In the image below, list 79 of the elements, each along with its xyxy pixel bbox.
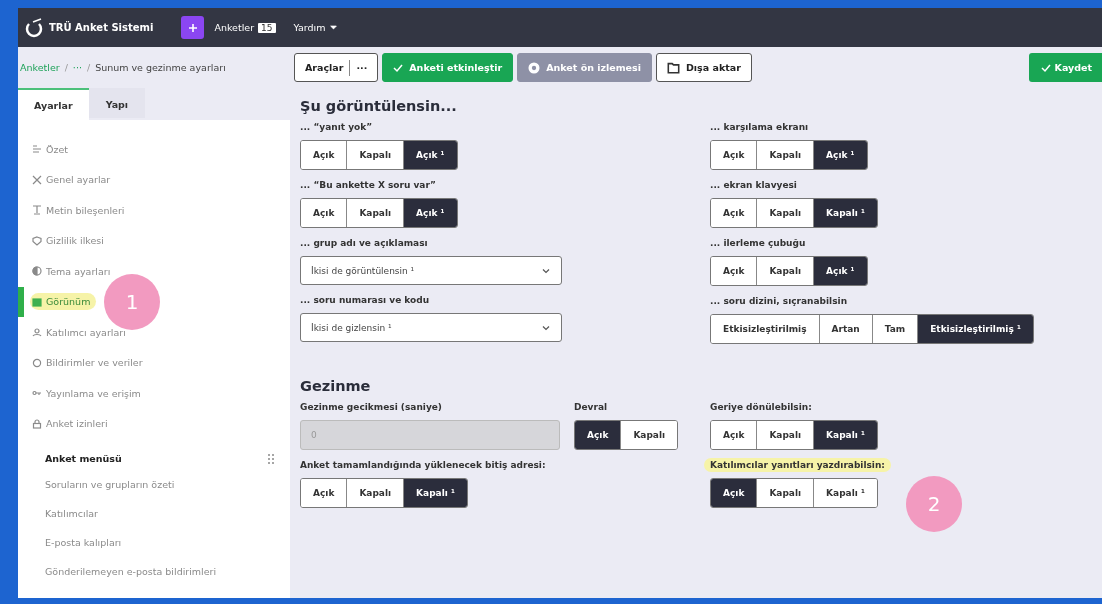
text-icon <box>32 205 42 216</box>
logo-icon <box>24 17 44 38</box>
menu-item[interactable]: Soruların ve grupların özeti <box>18 470 290 499</box>
drag-handle-icon[interactable] <box>268 453 274 464</box>
brand-name: TRÜ Anket Sistemi <box>49 22 154 33</box>
field-label: Geriye dönülebilsin: <box>710 401 812 414</box>
field-label: ... ilerleme çubuğu <box>710 237 806 250</box>
users-icon <box>32 327 42 338</box>
sidebar-item[interactable]: Anket izinleri <box>18 408 290 439</box>
sidebar-item[interactable]: Gizlilik ilkesi <box>18 225 290 256</box>
contrast-icon <box>32 266 42 277</box>
item-label: Yayınlama ve erişim <box>46 387 141 399</box>
breadcrumb-separator: / <box>86 62 91 73</box>
item-label: Anket izinleri <box>46 418 108 430</box>
option-button[interactable]: Kapalı ¹ <box>813 421 877 449</box>
tools-icon <box>32 174 42 185</box>
tab[interactable]: Yapı <box>88 88 146 118</box>
folder-icon <box>666 61 680 74</box>
menu-item[interactable]: Gönderilemeyen e-posta bildirimleri <box>18 557 290 586</box>
sidebar-item[interactable]: Metin bileşenleri <box>18 195 290 226</box>
field-label: Devral <box>574 401 608 414</box>
caret-icon <box>329 24 337 31</box>
plus-icon <box>187 22 198 33</box>
option-button[interactable]: Açık <box>711 479 757 507</box>
sidebar-item[interactable]: Bildirimler ve veriler <box>18 347 290 378</box>
check-icon <box>393 62 404 73</box>
item-label: Gizlilik ilkesi <box>46 235 104 247</box>
check-icon <box>1040 62 1051 73</box>
toolbar-button[interactable]: Dışa aktar <box>655 53 752 82</box>
menu-title: Anket menüsü <box>45 453 122 464</box>
sidebar-item[interactable]: Genel ayarlar <box>18 164 290 195</box>
shield-icon <box>32 235 42 246</box>
annotation-marker: 2 <box>906 476 962 532</box>
tab[interactable]: Ayarlar <box>18 88 89 120</box>
tools-button[interactable]: Araçlar ··· <box>294 53 379 82</box>
dropdown-select[interactable]: İkisi de gizlensin ¹ <box>300 313 562 342</box>
option-button[interactable]: Açık ¹ <box>813 141 867 169</box>
dropdown-select[interactable]: İkisi de görüntülensin ¹ <box>300 256 562 285</box>
option-button[interactable]: Açık ¹ <box>403 141 457 169</box>
option-button[interactable]: Açık ¹ <box>813 257 867 285</box>
lines-icon <box>32 144 42 155</box>
sidebar-item[interactable]: Yayınlama ve erişim <box>18 378 290 409</box>
option-button[interactable]: Kapalı ¹ <box>813 479 877 507</box>
nav-menu-item[interactable]: Anketler 15 <box>214 22 276 33</box>
breadcrumb-separator: / <box>64 62 68 73</box>
option-button[interactable]: Açık ¹ <box>403 199 457 227</box>
field-label: ... grup adı ve açıklaması <box>300 237 428 250</box>
lock-icon <box>32 418 42 429</box>
section-title: Gezinme <box>300 378 372 394</box>
field-label: Anket tamamlandığında yüklenecek bitiş adresi: <box>300 459 546 472</box>
item-label: Bildirimler ve veriler <box>46 357 143 369</box>
option-button[interactable]: Kapalı ¹ <box>813 199 877 227</box>
item-label: Metin bileşenleri <box>46 204 125 216</box>
item-label: Genel ayarlar <box>46 174 111 186</box>
window-icon <box>32 296 42 307</box>
item-label: Görünüm <box>46 296 91 308</box>
menu-item[interactable]: E-posta kalıpları <box>18 528 290 557</box>
option-button[interactable]: Etkisizleştirilmiş ¹ <box>917 315 1033 343</box>
option-button[interactable]: Kapalı <box>620 421 678 449</box>
field-label: ... soru dizini, sıçranabilsin <box>710 295 848 308</box>
field-label: ... soru numarası ve kodu <box>300 294 430 307</box>
count-badge: 15 <box>258 22 276 33</box>
field-label: Katılımcılar yanıtları yazdırabilsin: <box>704 458 891 472</box>
field-label: Gezinme gecikmesi (saniye) <box>300 401 442 414</box>
field-label: ... ekran klavyesi <box>710 179 797 192</box>
item-label: Özet <box>46 143 69 155</box>
field-label: ... karşılama ekranı <box>710 121 809 134</box>
field-label: ... “yanıt yok” <box>300 121 373 134</box>
breadcrumb-current: Sunum ve gezinme ayarları <box>95 62 226 73</box>
add-button[interactable] <box>181 16 205 39</box>
eye-icon <box>528 61 541 74</box>
nav-menu-item[interactable]: Yardım <box>293 22 337 33</box>
section-title: Şu görüntülensin... <box>300 98 458 114</box>
option-button[interactable]: Kapalı ¹ <box>403 479 467 507</box>
sidebar-item[interactable]: Özet <box>18 134 290 165</box>
field-label: ... “Bu ankette X soru var” <box>300 179 436 192</box>
menu-item[interactable]: Katılımcılar <box>18 499 290 528</box>
bell-icon <box>32 357 42 368</box>
option-button[interactable]: Açık <box>575 421 621 449</box>
